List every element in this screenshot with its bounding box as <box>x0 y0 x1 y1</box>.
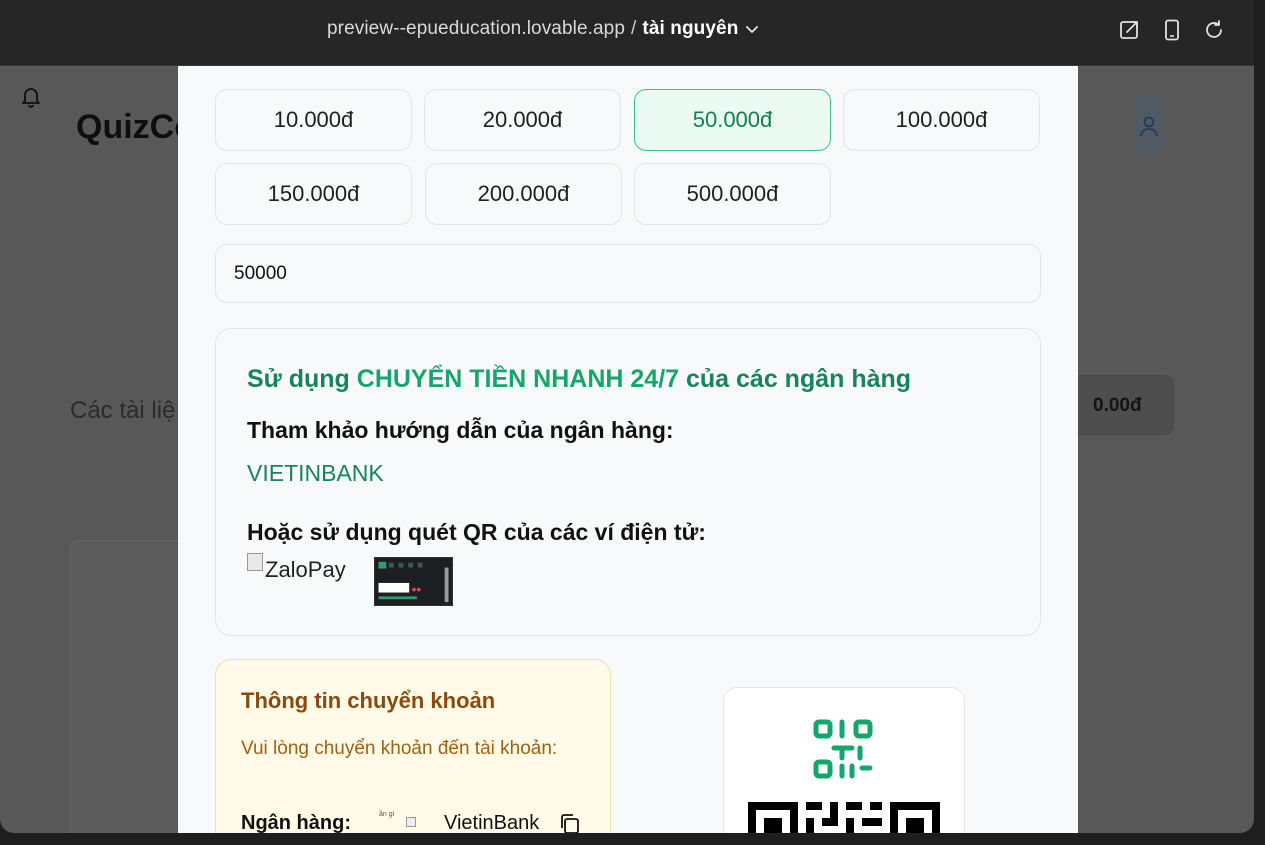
bank-title-prefix: Sử dụng <box>247 365 357 393</box>
wallet-thumbnail[interactable] <box>374 557 453 606</box>
bank-label: Ngân hàng: <box>241 812 351 833</box>
transfer-info-title: Thông tin chuyển khoản <box>241 688 496 713</box>
broken-image-icon <box>406 817 416 827</box>
qr-card <box>723 687 965 833</box>
address-bar[interactable]: preview--epueducation.lovable.app / tài … <box>327 18 760 40</box>
browser-topbar: preview--epueducation.lovable.app / tài … <box>0 0 1254 66</box>
transfer-info-note: Vui lòng chuyển khoản đến tài khoản: <box>241 738 558 759</box>
balance-value: 0.00đ <box>1093 395 1142 416</box>
bank-title: Sử dụng CHUYỂN TIỀN NHANH 24/7 của các n… <box>247 365 911 394</box>
reference-label: Tham khảo hướng dẫn của ngân hàng: <box>247 417 674 443</box>
external-link-icon[interactable] <box>1119 19 1141 41</box>
mobile-view-icon[interactable] <box>1161 19 1183 41</box>
topup-modal: 10.000đ 20.000đ 50.000đ 100.000đ 150.000… <box>178 66 1078 833</box>
amount-option-200000[interactable]: 200.000đ <box>425 163 622 225</box>
vietqr-logo-icon <box>813 719 873 779</box>
browser-window: preview--epueducation.lovable.app / tài … <box>0 0 1254 833</box>
bank-title-suffix: của các ngân hàng <box>679 365 912 393</box>
vietinbank-link[interactable]: VIETINBANK <box>247 460 384 487</box>
amount-option-500000[interactable]: 500.000đ <box>634 163 831 225</box>
amount-option-100000[interactable]: 100.000đ <box>843 89 1040 151</box>
bank-value: VietinBank <box>444 812 540 833</box>
payment-qr-code[interactable] <box>748 802 940 833</box>
page-name: tài nguyên <box>642 18 739 39</box>
copy-icon[interactable] <box>558 812 582 833</box>
refresh-icon[interactable] <box>1203 19 1225 41</box>
url-host: preview--epueducation.lovable.app <box>327 18 625 39</box>
amount-option-50000[interactable]: 50.000đ <box>634 89 831 151</box>
amount-option-10000[interactable]: 10.000đ <box>215 89 412 151</box>
bank-logo-alt: ần gi <box>379 811 395 818</box>
bank-row: Ngân hàng: ần gi VietinBank <box>241 810 601 833</box>
user-icon <box>1140 116 1158 137</box>
zalopay-alt-text: ZaloPay <box>265 557 346 582</box>
url-separator: / <box>631 18 637 39</box>
page-subtitle: Các tài liệ <box>70 397 176 424</box>
wallet-qr-label: Hoặc sử dụng quét QR của các ví điện tử: <box>247 519 706 545</box>
transfer-info-card: Thông tin chuyển khoản Vui lòng chuyển k… <box>215 659 611 833</box>
bank-instructions: Sử dụng CHUYỂN TIỀN NHANH 24/7 của các n… <box>215 328 1041 636</box>
zalopay-image[interactable]: ZaloPay <box>247 553 346 583</box>
amount-input[interactable]: 50000 <box>215 244 1041 303</box>
broken-image-icon <box>247 553 263 571</box>
amount-option-150000[interactable]: 150.000đ <box>215 163 412 225</box>
bank-title-highlight: CHUYỂN TIỀN NHANH 24/7 <box>356 365 680 393</box>
chevron-down-icon[interactable] <box>744 21 760 37</box>
amount-option-20000[interactable]: 20.000đ <box>424 89 621 151</box>
bell-icon[interactable] <box>19 84 43 108</box>
user-avatar-button[interactable] <box>1136 96 1162 156</box>
